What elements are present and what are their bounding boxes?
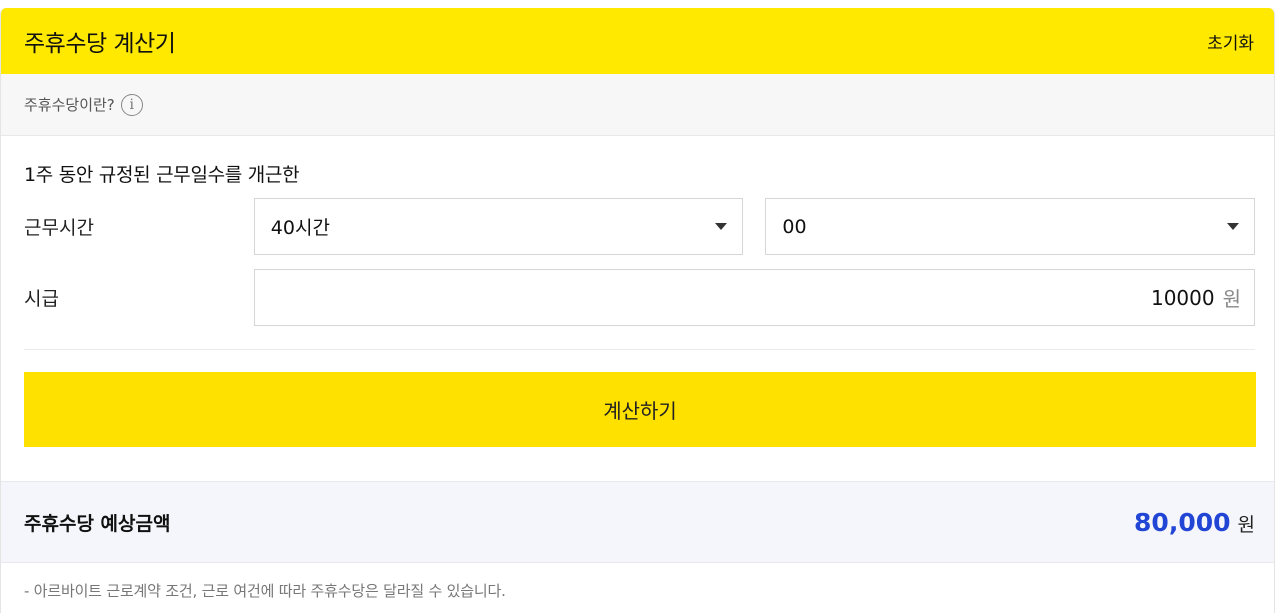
result-amount-group: 80,000 원	[1134, 508, 1255, 537]
wage-label: 시급	[24, 288, 59, 310]
hourly-wage-value[interactable]: 10000	[1151, 286, 1215, 310]
work-hours-row: 근무시간 40시간 00	[24, 198, 1255, 255]
footnote: - 아르바이트 근로계약 조건, 근로 여건에 따라 주휴수당은 달라질 수 있…	[24, 582, 506, 600]
info-label[interactable]: 주휴수당이란?	[24, 94, 115, 115]
result-amount: 80,000	[1134, 507, 1231, 537]
calculator-card: 주휴수당 계산기 초기화 주휴수당이란? i 1주 동안 규정된 근무일수를 개…	[0, 8, 1275, 613]
info-bar: 주휴수당이란? i	[1, 74, 1274, 136]
minutes-select-value: 00	[782, 215, 807, 238]
result-label: 주휴수당 예상금액	[24, 512, 171, 535]
reset-button[interactable]: 초기화	[1207, 29, 1254, 54]
info-icon[interactable]: i	[120, 93, 143, 116]
minutes-select[interactable]: 00	[765, 198, 1255, 255]
hours-select[interactable]: 40시간	[253, 198, 744, 255]
divider	[24, 349, 1255, 350]
chevron-down-icon	[715, 223, 728, 230]
result-panel: 주휴수당 예상금액 80,000 원	[1, 481, 1274, 563]
calculator-header: 주휴수당 계산기 초기화	[1, 8, 1274, 74]
result-unit: 원	[1237, 513, 1255, 536]
hours-select-value: 40시간	[270, 217, 330, 239]
wage-unit: 원	[1222, 287, 1241, 311]
calculator-form: 1주 동안 규정된 근무일수를 개근한 근무시간 40시간 00 시급 1000…	[1, 160, 1274, 447]
work-hours-label: 근무시간	[24, 217, 94, 239]
hourly-wage-input[interactable]: 10000 원	[253, 269, 1255, 326]
form-note: 1주 동안 규정된 근무일수를 개근한	[24, 164, 300, 186]
calculate-button[interactable]: 계산하기	[24, 372, 1256, 447]
chevron-down-icon	[1226, 223, 1239, 230]
page-title: 주휴수당 계산기	[24, 31, 176, 57]
wage-row: 시급 10000 원	[24, 269, 1255, 326]
